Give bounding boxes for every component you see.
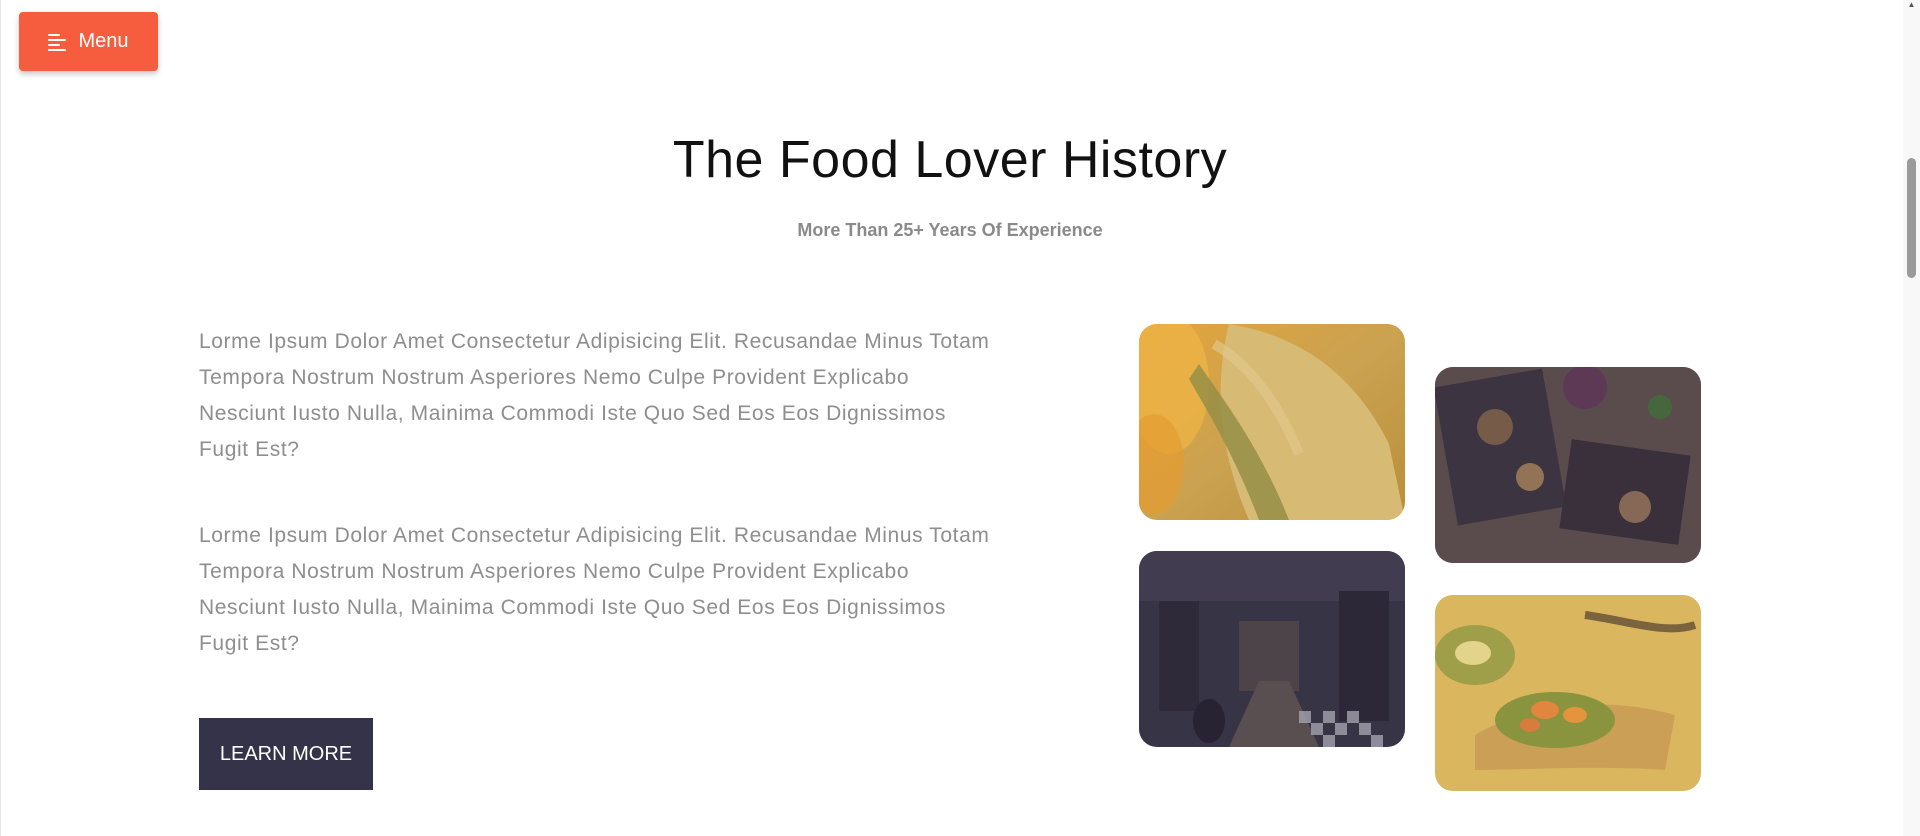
sandwich-image — [1435, 595, 1701, 791]
food-platter-image — [1435, 367, 1701, 563]
section-subtitle: More Than 25+ Years Of Experience — [797, 220, 1103, 240]
menu-button[interactable]: Menu — [19, 12, 158, 71]
scroll-up-icon[interactable]: ▲ — [1907, 0, 1916, 10]
page-edge-line — [0, 0, 1, 836]
learn-more-button[interactable]: LEARN MORE — [199, 718, 373, 790]
roast-meat-image — [1139, 324, 1405, 520]
menu-icon — [48, 33, 68, 51]
menu-label: Menu — [78, 30, 129, 52]
about-paragraph: Lorme Ipsum Dolor Amet Consectetur Adipi… — [199, 524, 990, 655]
section-title: The Food Lover History — [672, 131, 1228, 189]
restaurant-interior-image — [1139, 551, 1405, 747]
about-paragraph: Lorme Ipsum Dolor Amet Consectetur Adipi… — [199, 330, 990, 461]
scrollbar-thumb[interactable] — [1907, 158, 1916, 278]
scrollbar[interactable]: ▲ — [1903, 0, 1920, 836]
